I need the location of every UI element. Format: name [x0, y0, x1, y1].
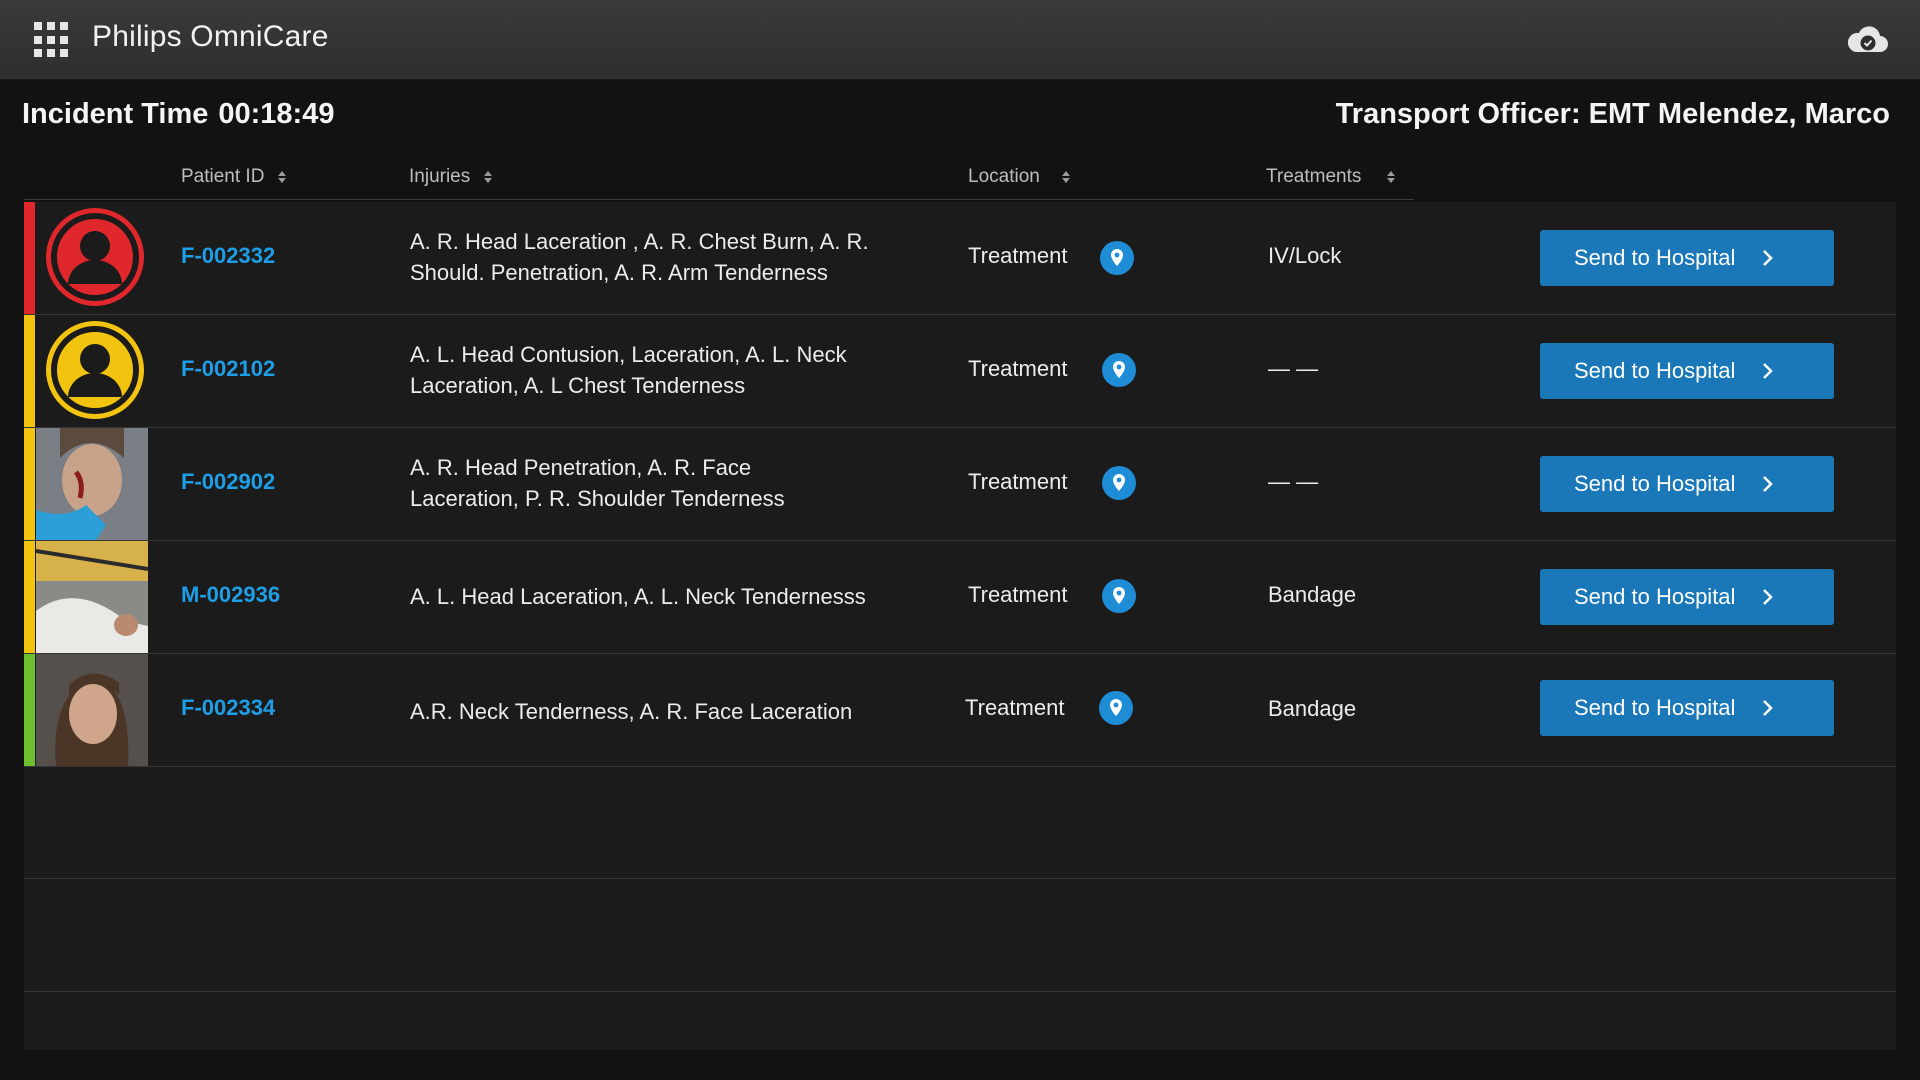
transport-officer: Transport Officer: EMT Melendez, Marco — [1335, 98, 1890, 130]
chevron-right-icon — [1763, 250, 1774, 266]
injuries-line: A.R. Neck Tenderness, A. R. Face Lacerat… — [410, 699, 853, 724]
injuries-text: A. L. Head Contusion, Laceration, A. L. … — [410, 339, 930, 401]
patient-table: Patient ID Injuries Location Treatments — [24, 158, 1896, 1050]
patient-id-link[interactable]: F-002332 — [181, 243, 275, 269]
table-row[interactable]: F-002334 A.R. Neck Tenderness, A. R. Fac… — [24, 654, 1896, 767]
patient-photo — [36, 428, 148, 540]
table-row[interactable]: F-002902 A. R. Head Penetration, A. R. F… — [24, 428, 1896, 541]
send-to-hospital-button[interactable]: Send to Hospital — [1540, 456, 1834, 512]
location-pin-icon[interactable] — [1099, 691, 1133, 725]
triage-color-bar — [24, 428, 35, 540]
injuries-line: A. R. Head Laceration , A. R. Chest Burn… — [410, 229, 869, 254]
empty-table-row — [24, 767, 1896, 879]
location-pin-icon[interactable] — [1102, 466, 1136, 500]
injuries-line: A. L. Head Contusion, Laceration, A. L. … — [410, 342, 847, 367]
incident-time: Incident Time 00:18:49 — [22, 98, 334, 131]
sort-icon[interactable] — [1061, 171, 1070, 183]
button-label: Send to Hospital — [1574, 245, 1736, 270]
injuries-text: A. R. Head Laceration , A. R. Chest Burn… — [410, 226, 930, 288]
patient-id-link[interactable]: F-002334 — [181, 695, 275, 721]
treatments-text: — — — [1268, 469, 1319, 494]
treatments-text: Bandage — [1268, 582, 1357, 607]
location-text: Treatment — [968, 243, 1068, 268]
button-label: Send to Hospital — [1574, 358, 1736, 383]
treatments-text: IV/Lock — [1268, 243, 1342, 268]
table-row[interactable]: M-002936 A. L. Head Laceration, A. L. Ne… — [24, 541, 1896, 654]
column-header-label: Location — [968, 166, 1040, 187]
injuries-line: Should. Penetration, A. R. Arm Tendernes… — [410, 260, 828, 285]
injuries-line: A. L. Head Laceration, A. L. Neck Tender… — [410, 584, 866, 609]
location-text: Treatment — [968, 469, 1068, 494]
injuries-line: Laceration, P. R. Shoulder Tenderness — [410, 486, 785, 511]
column-header-label: Patient ID — [181, 166, 265, 187]
sort-icon[interactable] — [484, 171, 493, 183]
person-icon — [46, 208, 144, 306]
incident-time-value: 00:18:49 — [218, 98, 335, 130]
send-to-hospital-button[interactable]: Send to Hospital — [1540, 343, 1834, 399]
patient-id-link[interactable]: F-002902 — [181, 469, 275, 495]
table-row[interactable]: F-002102 A. L. Head Contusion, Laceratio… — [24, 315, 1896, 428]
table-body: F-002332 A. R. Head Laceration , A. R. C… — [24, 202, 1896, 1050]
treatments-text: — — — [1268, 356, 1319, 381]
location-text: Treatment — [968, 582, 1068, 607]
incident-header: Incident Time 00:18:49 Transport Officer:… — [0, 80, 1920, 156]
chevron-right-icon — [1763, 363, 1774, 379]
triage-color-bar — [24, 315, 35, 427]
incident-time-label: Incident Time — [22, 98, 209, 130]
injuries-text: A. L. Head Laceration, A. L. Neck Tender… — [410, 581, 930, 612]
person-icon — [46, 321, 144, 419]
injuries-line: A. R. Head Penetration, A. R. Face — [410, 455, 752, 480]
location-pin-icon[interactable] — [1100, 241, 1134, 275]
send-to-hospital-button[interactable]: Send to Hospital — [1540, 680, 1834, 736]
patient-photo — [36, 541, 148, 653]
treatments-text: Bandage — [1268, 696, 1357, 721]
injuries-text: A. R. Head Penetration, A. R. Face Lacer… — [410, 452, 930, 514]
location-pin-icon[interactable] — [1102, 353, 1136, 387]
column-header-label: Injuries — [409, 166, 471, 187]
column-header-treatments[interactable]: Treatments — [1266, 166, 1396, 188]
button-label: Send to Hospital — [1574, 695, 1736, 720]
patient-id-link[interactable]: M-002936 — [181, 582, 280, 608]
location-text: Treatment — [965, 695, 1065, 720]
table-row[interactable]: F-002332 A. R. Head Laceration , A. R. C… — [24, 202, 1896, 315]
patient-id-link[interactable]: F-002102 — [181, 356, 275, 382]
column-header-location[interactable]: Location — [968, 166, 1070, 188]
triage-color-bar — [24, 541, 35, 653]
triage-color-bar — [24, 202, 35, 314]
column-header-patient-id[interactable]: Patient ID — [181, 166, 287, 188]
injuries-line: Laceration, A. L Chest Tenderness — [410, 373, 746, 398]
button-label: Send to Hospital — [1574, 471, 1736, 496]
column-header-label: Treatments — [1266, 166, 1362, 187]
chevron-right-icon — [1763, 589, 1774, 605]
injuries-text: A.R. Neck Tenderness, A. R. Face Lacerat… — [410, 696, 930, 727]
cloud-sync-icon[interactable] — [1844, 20, 1890, 60]
sort-icon[interactable] — [278, 171, 287, 183]
column-header-injuries[interactable]: Injuries — [409, 166, 493, 188]
app-title: Philips OmniCare — [92, 20, 329, 53]
location-text: Treatment — [968, 356, 1068, 381]
app-bar: Philips OmniCare — [0, 0, 1920, 80]
location-pin-icon[interactable] — [1102, 579, 1136, 613]
empty-table-row — [24, 880, 1896, 992]
chevron-right-icon — [1763, 476, 1774, 492]
app-grid-icon[interactable] — [34, 22, 70, 58]
patient-photo — [36, 654, 148, 766]
triage-color-bar — [24, 654, 35, 766]
chevron-right-icon — [1763, 700, 1774, 716]
button-label: Send to Hospital — [1574, 584, 1736, 609]
table-header: Patient ID Injuries Location Treatments — [24, 158, 1414, 200]
sort-icon[interactable] — [1387, 171, 1396, 183]
send-to-hospital-button[interactable]: Send to Hospital — [1540, 230, 1834, 286]
send-to-hospital-button[interactable]: Send to Hospital — [1540, 569, 1834, 625]
